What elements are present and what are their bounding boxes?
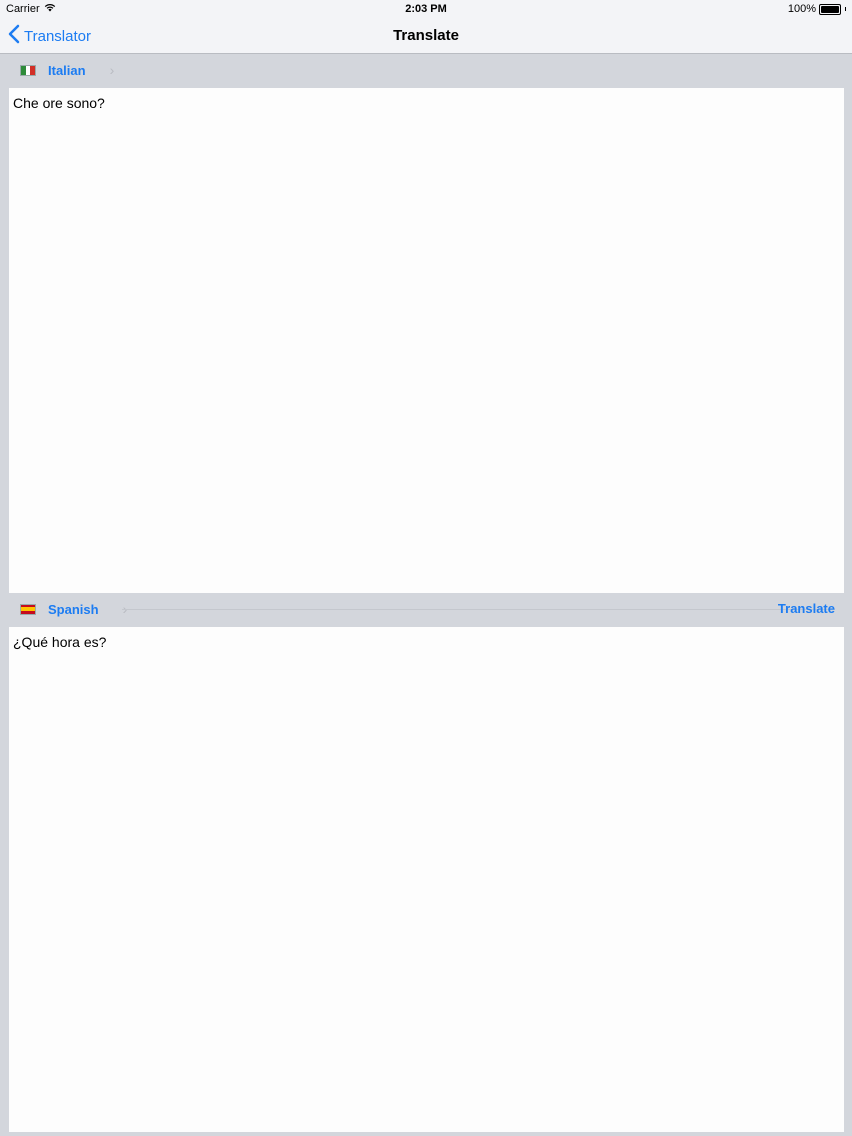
- status-bar: Carrier 2:03 PM 100%: [0, 0, 852, 18]
- target-language-selector[interactable]: Spanish ›: [20, 601, 127, 617]
- spain-flag-icon: [20, 603, 36, 615]
- status-time: 2:03 PM: [405, 3, 447, 15]
- page-title: Translate: [393, 27, 459, 44]
- target-language-label: Spanish: [48, 601, 99, 617]
- divider: [122, 609, 835, 610]
- navigation-bar: Translator Translate: [0, 18, 852, 54]
- chevron-right-icon: ›: [109, 62, 115, 78]
- source-text-area[interactable]: Che ore sono?: [9, 88, 844, 593]
- source-language-selector[interactable]: Italian ›: [20, 62, 114, 78]
- target-text-area[interactable]: ¿Qué hora es?: [9, 627, 844, 1132]
- italy-flag-icon: [20, 64, 36, 76]
- translate-button[interactable]: Translate: [778, 601, 835, 616]
- status-right: 100%: [788, 3, 846, 15]
- source-language-bar: Italian ›: [0, 54, 852, 88]
- battery-tip: [845, 7, 846, 11]
- battery-fill: [821, 5, 839, 13]
- battery-icon: [819, 3, 841, 15]
- battery-percent: 100%: [787, 3, 816, 15]
- target-language-bar: Spanish › Translate: [0, 593, 852, 627]
- source-language-label: Italian: [48, 62, 86, 78]
